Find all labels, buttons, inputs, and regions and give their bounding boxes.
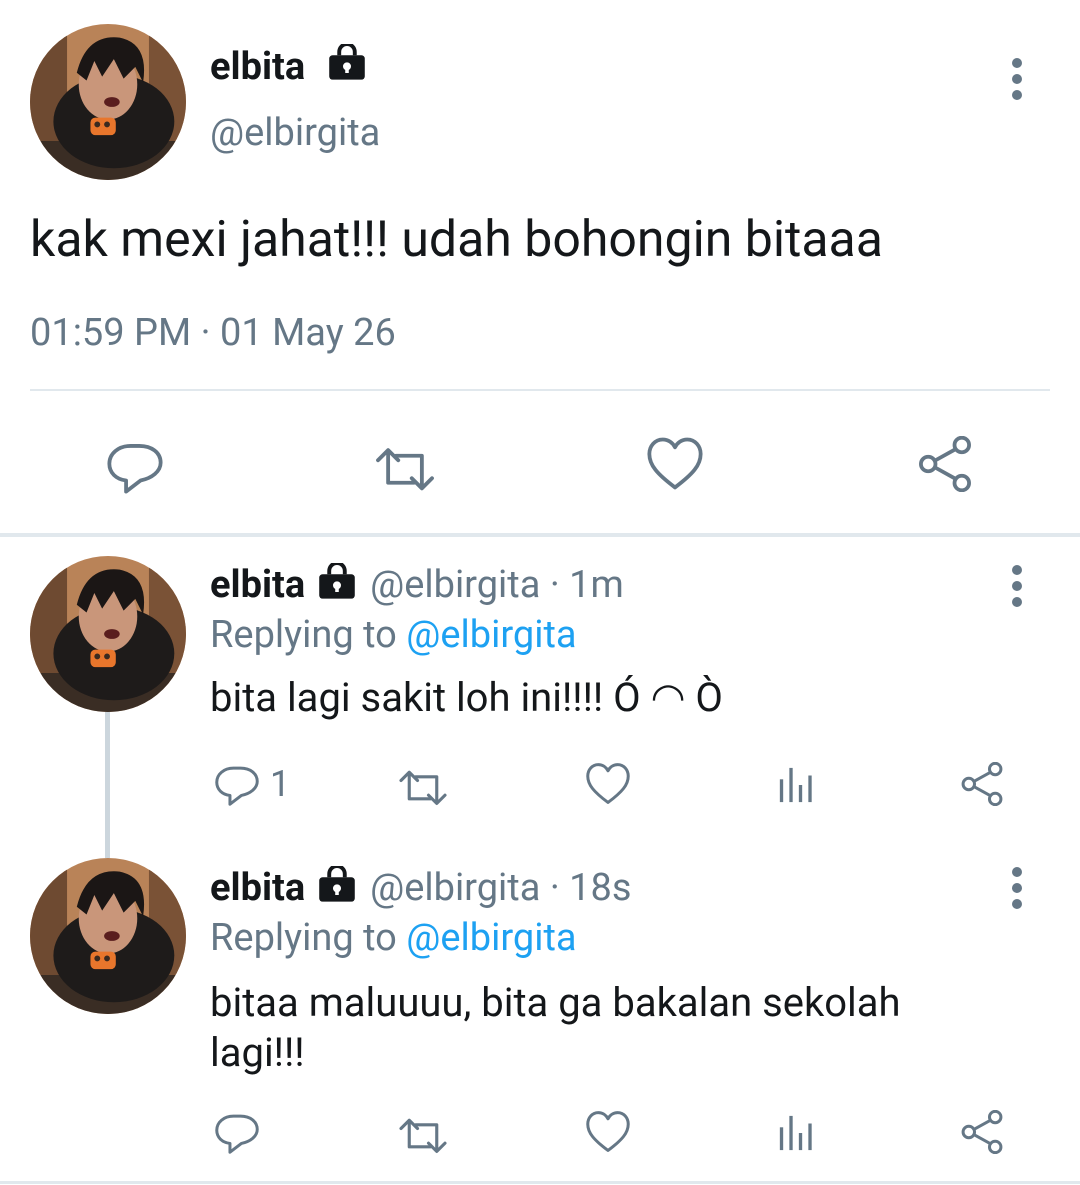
more-options-icon[interactable] xyxy=(1010,867,1024,915)
like-icon[interactable] xyxy=(646,436,704,492)
reply-count: 1 xyxy=(270,763,291,805)
like-icon[interactable] xyxy=(585,762,631,806)
relative-time: · 1m xyxy=(540,563,624,607)
lock-icon xyxy=(316,561,357,612)
replying-to-link[interactable]: @elbirgita xyxy=(406,916,576,960)
share-icon[interactable] xyxy=(960,1110,1004,1154)
tweet-text: kak mexi jahat!!! udah bohongin bitaaa xyxy=(30,211,883,269)
retweet-icon[interactable] xyxy=(397,764,449,808)
handle[interactable]: @elbirgita xyxy=(370,563,540,607)
timestamp: 01:59 PM · 01 May 26 xyxy=(30,311,396,355)
tweet-text: bitaa maluuuu, bita ga bakalan sekolah l… xyxy=(210,979,901,1076)
reply-icon[interactable] xyxy=(214,1110,260,1154)
more-options-icon[interactable] xyxy=(1010,58,1024,106)
replying-to-label: Replying to xyxy=(210,613,407,657)
retweet-icon[interactable] xyxy=(372,440,438,494)
analytics-icon[interactable] xyxy=(777,766,815,804)
handle[interactable]: @elbirgita xyxy=(370,866,540,910)
divider xyxy=(30,389,1050,391)
display-name[interactable]: elbita xyxy=(210,866,305,910)
share-icon[interactable] xyxy=(960,762,1004,806)
divider xyxy=(0,1181,1080,1184)
reply-icon[interactable] xyxy=(106,438,164,494)
section-divider xyxy=(0,533,1080,537)
avatar[interactable] xyxy=(30,24,186,180)
reply-icon[interactable] xyxy=(214,762,260,806)
display-name[interactable]: elbita xyxy=(210,563,305,607)
avatar[interactable] xyxy=(30,858,186,1014)
analytics-icon[interactable] xyxy=(777,1114,815,1152)
retweet-icon[interactable] xyxy=(397,1112,449,1156)
display-name[interactable]: elbita xyxy=(210,44,305,90)
replying-to-link[interactable]: @elbirgita xyxy=(406,613,576,657)
reply-header: elbita @elbirgita · 18s xyxy=(210,864,632,915)
relative-time: · 18s xyxy=(540,866,632,910)
lock-icon xyxy=(327,42,367,86)
tweet-text: bita lagi sakit loh ini!!!! Ó ◠ Ò xyxy=(210,674,723,721)
lock-icon xyxy=(316,864,357,915)
replying-to-label: Replying to xyxy=(210,916,407,960)
share-icon[interactable] xyxy=(916,436,974,492)
avatar[interactable] xyxy=(30,556,186,712)
reply-header: elbita @elbirgita · 1m xyxy=(210,561,624,612)
handle[interactable]: @elbirgita xyxy=(210,110,380,156)
replying-to: Replying to @elbirgita xyxy=(210,612,577,658)
thread-line xyxy=(105,712,110,858)
replying-to: Replying to @elbirgita xyxy=(210,915,577,961)
more-options-icon[interactable] xyxy=(1010,565,1024,613)
like-icon[interactable] xyxy=(585,1110,631,1154)
